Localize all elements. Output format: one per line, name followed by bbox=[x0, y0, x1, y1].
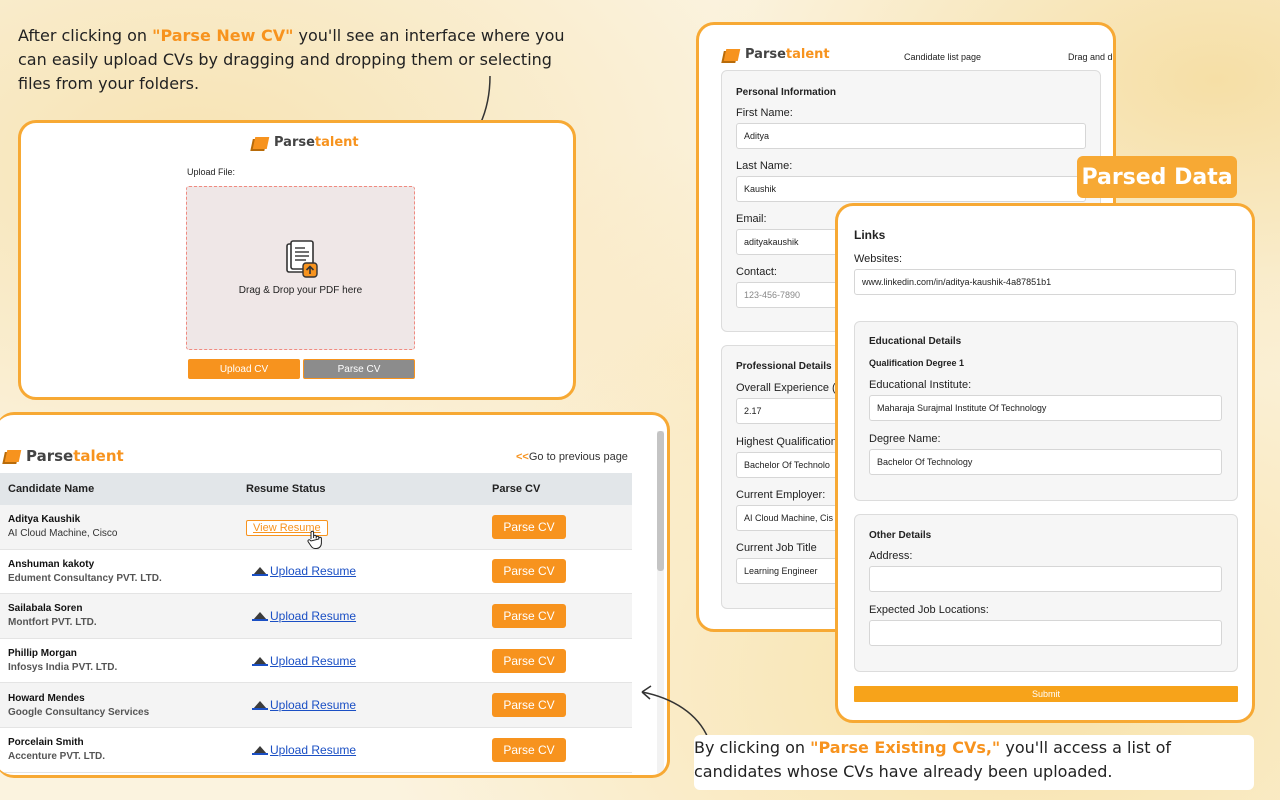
candidate-company: Infosys India PVT. LTD. bbox=[8, 662, 118, 674]
table-row: Howard Mendes Google Consultancy Services… bbox=[0, 683, 632, 728]
employer-label: Current Employer: bbox=[736, 489, 826, 501]
job-title-label: Current Job Title bbox=[736, 542, 817, 554]
caption-parse-existing-cvs: By clicking on "Parse Existing CVs," you… bbox=[694, 735, 1254, 790]
candidate-company: Google Consultancy Services bbox=[8, 706, 150, 718]
candidate-name: Anshuman kakoty bbox=[8, 558, 95, 570]
candidate-list-screen: Parsetalent <<Go to previous page Candid… bbox=[0, 412, 670, 778]
last-name-label: Last Name: bbox=[736, 160, 793, 172]
hand-cursor-icon bbox=[307, 530, 322, 549]
header-parse-cv: Parse CV bbox=[492, 483, 541, 495]
experience-label: Overall Experience ( bbox=[736, 382, 836, 394]
address-label: Address: bbox=[869, 550, 913, 562]
upload-resume-link[interactable]: Upload Resume bbox=[252, 609, 492, 623]
upload-icon bbox=[252, 611, 268, 621]
websites-field[interactable]: www.linkedin.com/in/aditya-kaushik-4a878… bbox=[854, 269, 1236, 295]
job-locations-field[interactable] bbox=[869, 620, 1222, 646]
parse-cv-button[interactable]: Parse CV bbox=[492, 737, 566, 762]
candidate-table: Candidate Name Resume Status Parse CV Ad… bbox=[0, 473, 632, 773]
parse-cv-button[interactable]: Parse CV bbox=[303, 359, 415, 379]
section-title: Educational Details bbox=[869, 336, 962, 347]
parse-cv-button[interactable]: Parse CV bbox=[492, 648, 566, 673]
email-label: Email: bbox=[736, 213, 767, 225]
parsed-data-tag: Parsed Data bbox=[1077, 156, 1237, 198]
document-upload-icon bbox=[286, 240, 318, 278]
candidate-company: Accenture PVT. LTD. bbox=[8, 751, 106, 763]
section-title: Other Details bbox=[869, 530, 932, 541]
header-candidate-name: Candidate Name bbox=[8, 483, 95, 495]
upload-icon bbox=[252, 656, 268, 666]
parsed-links-screen: Links Websites: www.linkedin.com/in/adit… bbox=[835, 203, 1255, 723]
table-row: Phillip Morgan Infosys India PVT. LTD. Up… bbox=[0, 638, 632, 684]
links-title: Links bbox=[854, 228, 886, 242]
logo-icon bbox=[252, 136, 270, 149]
last-name-field[interactable]: Kaushik bbox=[736, 176, 1086, 202]
upload-cv-button[interactable]: Upload CV bbox=[188, 359, 300, 379]
upload-resume-link[interactable]: Upload Resume bbox=[252, 564, 492, 578]
institute-label: Educational Institute: bbox=[869, 379, 972, 391]
candidate-name: Porcelain Smith bbox=[8, 737, 84, 749]
first-name-label: First Name: bbox=[736, 107, 793, 119]
parse-cv-button[interactable]: Parse CV bbox=[492, 693, 566, 718]
candidate-name: Sailabala Soren bbox=[8, 603, 83, 615]
nav-candidate-list[interactable]: Candidate list page bbox=[904, 52, 981, 62]
degree-field[interactable]: Bachelor Of Technology bbox=[869, 449, 1222, 475]
qualification-label: Highest Qualification bbox=[736, 436, 837, 448]
nav-drag-drop[interactable]: Drag and dro bbox=[1068, 52, 1113, 62]
upload-resume-link[interactable]: Upload Resume bbox=[252, 654, 492, 668]
job-locations-label: Expected Job Locations: bbox=[869, 604, 989, 616]
upload-cv-screen: Parsetalent Upload File: Drag & Drop you… bbox=[18, 120, 576, 400]
go-to-previous-page-link[interactable]: <<Go to previous page bbox=[516, 451, 628, 463]
candidate-name: Howard Mendes bbox=[8, 692, 85, 704]
parse-cv-button[interactable]: Parse CV bbox=[492, 603, 566, 628]
logo-icon bbox=[4, 450, 22, 462]
caption-text: After clicking on bbox=[18, 26, 153, 45]
upload-resume-link[interactable]: Upload Resume bbox=[252, 698, 492, 712]
candidate-name: Aditya Kaushik bbox=[8, 514, 81, 526]
section-title: Personal Information bbox=[736, 87, 837, 98]
parsetalent-logo: Parsetalent bbox=[4, 447, 124, 465]
table-row: Anshuman kakoty Edument Consultancy PVT. … bbox=[0, 549, 632, 595]
upload-icon bbox=[252, 745, 268, 755]
table-row: Sailabala Soren Montfort PVT. LTD. Upload… bbox=[0, 594, 632, 639]
upload-file-label: Upload File: bbox=[187, 167, 236, 177]
submit-button[interactable]: Submit bbox=[854, 686, 1238, 702]
header-resume-status: Resume Status bbox=[246, 483, 326, 495]
drop-text: Drag & Drop your PDF here bbox=[238, 285, 363, 296]
candidate-company: Montfort PVT. LTD. bbox=[8, 617, 97, 629]
websites-label: Websites: bbox=[854, 253, 903, 265]
other-details-section: Other Details Address: Expected Job Loca… bbox=[854, 514, 1238, 672]
contact-label: Contact: bbox=[736, 266, 777, 278]
candidate-company: Edument Consultancy PVT. LTD. bbox=[8, 572, 162, 584]
back-arrow-icon: << bbox=[516, 451, 529, 463]
scrollbar-thumb[interactable] bbox=[657, 431, 664, 571]
table-row: Porcelain Smith Accenture PVT. LTD. Uploa… bbox=[0, 727, 632, 773]
pdf-dropzone[interactable]: Drag & Drop your PDF here bbox=[186, 186, 415, 350]
candidate-company: AI Cloud Machine, Cisco bbox=[8, 528, 118, 540]
logo-icon bbox=[723, 48, 741, 61]
institute-field[interactable]: Maharaja Surajmal Institute Of Technolog… bbox=[869, 395, 1222, 421]
qualification-degree-title: Qualification Degree 1 bbox=[869, 358, 965, 368]
caption-highlight: "Parse New CV" bbox=[152, 26, 294, 45]
parse-cv-button[interactable]: Parse CV bbox=[492, 559, 566, 584]
candidate-name: Phillip Morgan bbox=[8, 648, 77, 660]
caption-highlight: "Parse Existing CVs," bbox=[810, 738, 1001, 757]
caption-parse-new-cv: After clicking on "Parse New CV" you'll … bbox=[18, 24, 588, 96]
parsetalent-logo: Parsetalent bbox=[252, 135, 359, 150]
parsetalent-logo: Parsetalent bbox=[723, 47, 830, 62]
address-field[interactable] bbox=[869, 566, 1222, 592]
table-header: Candidate Name Resume Status Parse CV bbox=[0, 473, 632, 505]
first-name-field[interactable]: Aditya bbox=[736, 123, 1086, 149]
degree-label: Degree Name: bbox=[869, 433, 941, 445]
upload-icon bbox=[252, 701, 268, 711]
caption-text: By clicking on bbox=[694, 738, 811, 757]
educational-details-section: Educational Details Qualification Degree… bbox=[854, 321, 1238, 501]
upload-resume-link[interactable]: Upload Resume bbox=[252, 743, 492, 757]
section-title: Professional Details bbox=[736, 361, 832, 372]
parse-cv-button[interactable]: Parse CV bbox=[492, 514, 566, 539]
upload-icon bbox=[252, 567, 268, 577]
